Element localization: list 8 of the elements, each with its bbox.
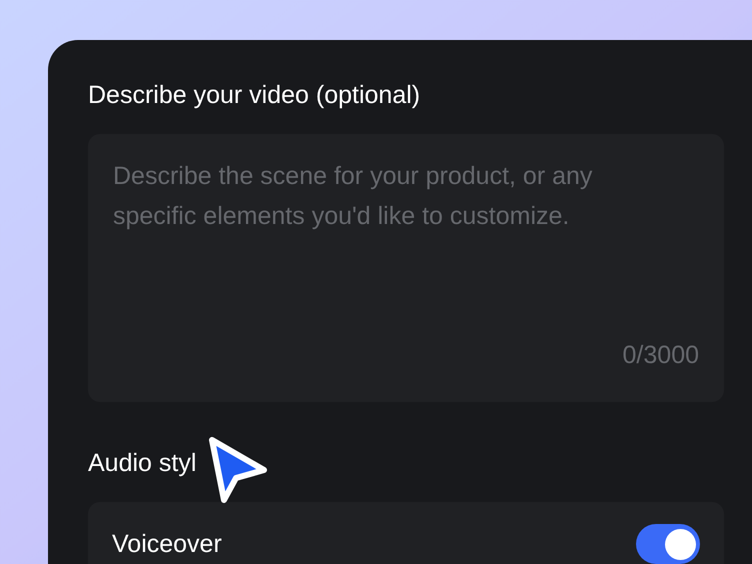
description-field[interactable]: Describe the scene for your product, or any specific elements you'd like to customize. — [113, 156, 678, 326]
option-label: Voiceover — [112, 529, 222, 560]
pointer-cursor-icon — [206, 434, 270, 504]
toggle-switch[interactable] — [636, 524, 700, 564]
text-area[interactable]: Describe the scene for your product, or any specific elements you'd like to customize. 0/3000 — [88, 134, 724, 402]
section-label: Audio styl — [88, 448, 196, 479]
character-counter: 0/3000 — [622, 340, 699, 370]
section-label: Describe your video (optional) — [88, 80, 420, 111]
